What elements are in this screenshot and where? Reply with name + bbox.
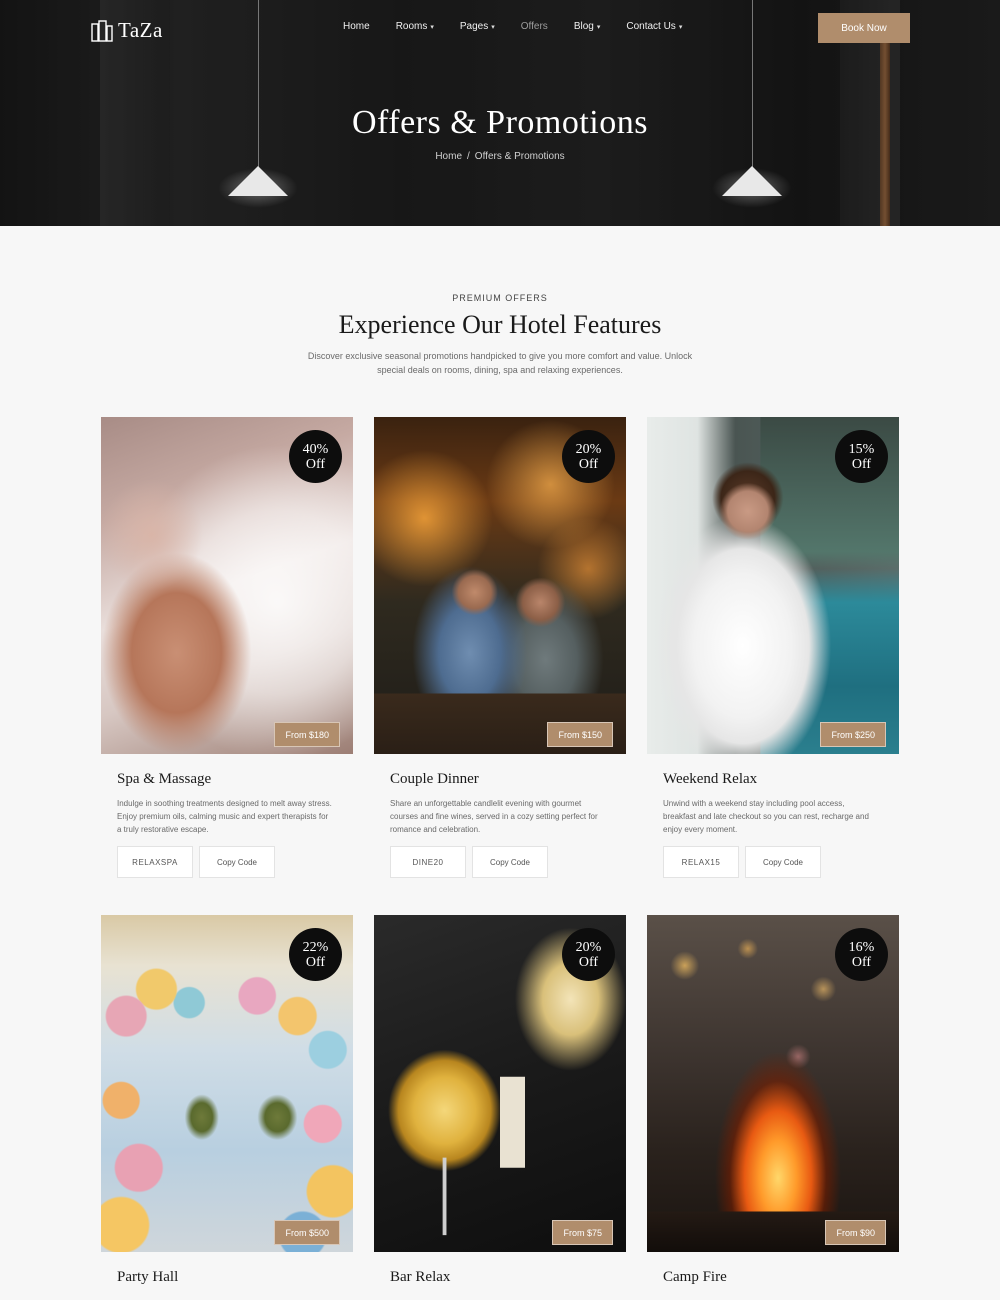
offer-title[interactable]: Bar Relax bbox=[390, 1269, 450, 1286]
menu-item-pages[interactable]: Pages ▾ bbox=[460, 21, 495, 32]
offer-title[interactable]: Couple Dinner bbox=[390, 771, 479, 788]
breadcrumb-home[interactable]: Home bbox=[435, 151, 462, 162]
menu-label: Offers bbox=[520, 21, 548, 32]
logo-text: TaZa bbox=[118, 18, 163, 42]
offer-title[interactable]: Party Hall bbox=[117, 1269, 178, 1286]
discount-value: 16% bbox=[848, 939, 875, 955]
menu-item-offers[interactable]: Offers bbox=[521, 21, 548, 32]
offer-card: 15% Off From $250 Weekend Relax Unwind wi… bbox=[647, 417, 899, 878]
menu-item-contact[interactable]: Contact Us ▾ bbox=[626, 21, 682, 32]
offer-card: 16% Off From $90 Camp Fire bbox=[647, 915, 899, 1285]
discount-off: Off bbox=[305, 954, 326, 970]
section-title: Experience Our Hotel Features bbox=[338, 310, 662, 339]
discount-value: 20% bbox=[575, 939, 602, 955]
offer-title[interactable]: Spa & Massage bbox=[117, 771, 211, 788]
promo-code: RELAX15 bbox=[663, 846, 739, 878]
discount-badge: 16% Off bbox=[835, 928, 888, 981]
price-tag: From $75 bbox=[552, 1220, 613, 1245]
menu-item-blog[interactable]: Blog ▾ bbox=[574, 21, 601, 32]
offer-image[interactable]: 20% Off From $150 bbox=[374, 417, 626, 754]
pendant-lamp-icon bbox=[722, 166, 782, 196]
discount-off: Off bbox=[578, 954, 599, 970]
menu-label: Rooms bbox=[395, 21, 428, 32]
discount-value: 20% bbox=[575, 441, 602, 457]
section-description: Discover exclusive seasonal promotions h… bbox=[307, 351, 693, 375]
price-tag: From $90 bbox=[825, 1220, 886, 1245]
section-eyebrow: Premium Offers bbox=[452, 293, 548, 303]
discount-badge: 22% Off bbox=[289, 928, 342, 981]
copy-code-button[interactable]: Copy Code bbox=[745, 846, 821, 878]
discount-off: Off bbox=[851, 456, 872, 472]
price-tag: From $500 bbox=[274, 1220, 340, 1245]
main-menu: Home Rooms ▾ Pages ▾ Offers Blog ▾ Contact … bbox=[343, 21, 708, 32]
discount-badge: 15% Off bbox=[835, 430, 888, 483]
price-tag: From $180 bbox=[274, 722, 340, 747]
offer-description: Indulge in soothing treatments designed … bbox=[117, 799, 332, 834]
menu-item-home[interactable]: Home bbox=[343, 21, 370, 32]
offer-card: 40% Off From $180 Spa & Massage Indulge i… bbox=[101, 417, 353, 878]
pendant-lamp-icon bbox=[228, 166, 288, 196]
copy-code-button[interactable]: Copy Code bbox=[199, 846, 275, 878]
promo-code: RELAXSPA bbox=[117, 846, 193, 878]
site-logo[interactable]: TaZa bbox=[90, 18, 163, 43]
copy-code-button[interactable]: Copy Code bbox=[472, 846, 548, 878]
chevron-down-icon: ▾ bbox=[430, 23, 434, 31]
offer-actions: DINE20 Copy Code bbox=[390, 846, 548, 878]
offer-description: Share an unforgettable candlelit evening… bbox=[390, 799, 598, 834]
discount-badge: 20% Off bbox=[562, 928, 615, 981]
breadcrumb-current: Offers & Promotions bbox=[474, 151, 565, 162]
discount-off: Off bbox=[578, 456, 599, 472]
discount-value: 22% bbox=[302, 939, 329, 955]
offer-image[interactable]: 22% Off From $500 bbox=[101, 915, 353, 1252]
breadcrumb: Home / Offers & Promotions bbox=[0, 151, 1000, 162]
discount-value: 40% bbox=[302, 441, 329, 457]
offer-image[interactable]: 15% Off From $250 bbox=[647, 417, 899, 754]
promo-code: DINE20 bbox=[390, 846, 466, 878]
offer-title[interactable]: Weekend Relax bbox=[663, 771, 757, 788]
menu-label: Contact Us bbox=[626, 21, 676, 32]
page-title: Offers & Promotions bbox=[352, 104, 648, 141]
offer-actions: RELAX15 Copy Code bbox=[663, 846, 821, 878]
menu-label: Home bbox=[343, 21, 370, 32]
breadcrumb-separator: / bbox=[467, 151, 470, 162]
discount-badge: 40% Off bbox=[289, 430, 342, 483]
offer-card: 22% Off From $500 Party Hall bbox=[101, 915, 353, 1285]
chevron-down-icon: ▾ bbox=[596, 23, 601, 31]
offer-image[interactable]: 40% Off From $180 bbox=[101, 417, 353, 754]
discount-value: 15% bbox=[848, 441, 875, 457]
offer-image[interactable]: 16% Off From $90 bbox=[647, 915, 899, 1252]
price-tag: From $150 bbox=[547, 722, 613, 747]
discount-off: Off bbox=[305, 456, 326, 472]
offer-image[interactable]: 20% Off From $75 bbox=[374, 915, 626, 1252]
price-tag: From $250 bbox=[820, 722, 886, 747]
menu-label: Pages bbox=[459, 21, 489, 32]
offer-actions: RELAXSPA Copy Code bbox=[117, 846, 275, 878]
offer-title[interactable]: Camp Fire bbox=[663, 1269, 727, 1286]
chevron-down-icon: ▾ bbox=[678, 23, 683, 31]
offer-card: 20% Off From $75 Bar Relax bbox=[374, 915, 626, 1285]
offer-description: Unwind with a weekend stay including poo… bbox=[663, 799, 869, 834]
menu-item-rooms[interactable]: Rooms ▾ bbox=[396, 21, 434, 32]
discount-off: Off bbox=[851, 954, 872, 970]
chevron-down-icon: ▾ bbox=[491, 23, 495, 31]
hotel-logo-icon bbox=[91, 19, 113, 42]
book-now-button[interactable]: Book Now bbox=[818, 13, 910, 43]
top-navigation: TaZa Home Rooms ▾ Pages ▾ Offers Blog ▾ Con… bbox=[0, 0, 1000, 56]
hero-banner: TaZa Home Rooms ▾ Pages ▾ Offers Blog ▾ Con… bbox=[0, 0, 1000, 226]
discount-badge: 20% Off bbox=[562, 430, 615, 483]
menu-label: Blog bbox=[573, 21, 594, 32]
offer-card: 20% Off From $150 Couple Dinner Share an … bbox=[374, 417, 626, 878]
